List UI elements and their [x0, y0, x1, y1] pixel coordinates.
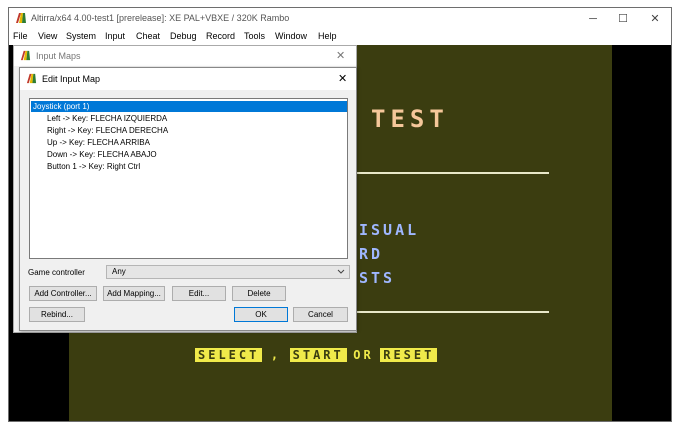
- prompt-select: SELECT: [195, 348, 263, 362]
- menu-cheat[interactable]: Cheat: [136, 31, 160, 41]
- input-maps-close-icon[interactable]: ✕: [336, 49, 345, 62]
- edit-input-map-title-bar[interactable]: Edit Input Map ✕: [20, 68, 356, 90]
- game-controller-label: Game controller: [28, 268, 85, 277]
- tree-item-button1[interactable]: Button 1 -> Key: Right Ctrl: [47, 161, 140, 172]
- menu-window[interactable]: Window: [275, 31, 307, 41]
- screen-line-sts: STS: [359, 269, 396, 287]
- edit-input-map-close-icon[interactable]: ✕: [338, 72, 347, 85]
- menu-tools[interactable]: Tools: [244, 31, 265, 41]
- screen-title-test: TEST: [371, 105, 449, 133]
- prompt-or: OR: [353, 348, 374, 362]
- cancel-button[interactable]: Cancel: [293, 307, 348, 322]
- menu-record[interactable]: Record: [206, 31, 235, 41]
- menu-file[interactable]: File: [13, 31, 28, 41]
- screen-line-visual: ISUAL: [359, 221, 420, 239]
- screen-line-rd: RD: [359, 245, 384, 263]
- chevron-down-icon: [337, 269, 345, 274]
- tree-item-left[interactable]: Left -> Key: FLECHA IZQUIERDA: [47, 113, 167, 124]
- game-controller-value: Any: [112, 267, 126, 276]
- close-button[interactable]: ✕: [637, 8, 673, 30]
- menu-input[interactable]: Input: [105, 31, 125, 41]
- screen-divider-top: [349, 172, 549, 174]
- menu-debug[interactable]: Debug: [170, 31, 197, 41]
- menu-system[interactable]: System: [66, 31, 96, 41]
- altirra-app-icon: [26, 73, 37, 84]
- rebind-button[interactable]: Rebind...: [29, 307, 85, 322]
- mapping-tree[interactable]: Joystick (port 1) Left -> Key: FLECHA IZ…: [29, 98, 348, 259]
- add-controller-button[interactable]: Add Controller...: [29, 286, 97, 301]
- delete-button[interactable]: Delete: [232, 286, 286, 301]
- tree-root-joystick[interactable]: Joystick (port 1): [31, 101, 347, 112]
- screen-prompt: SELECT , START OR RESET: [195, 348, 438, 362]
- screen-divider-bottom: [349, 311, 549, 313]
- input-maps-title: Input Maps: [36, 51, 81, 61]
- edit-input-map-title: Edit Input Map: [42, 74, 101, 84]
- prompt-start: START: [289, 348, 347, 362]
- maximize-button[interactable]: ☐: [605, 8, 641, 30]
- menu-view[interactable]: View: [38, 31, 57, 41]
- game-controller-select[interactable]: Any: [106, 265, 350, 279]
- edit-button[interactable]: Edit...: [172, 286, 226, 301]
- menu-bar: File View System Input Cheat Debug Recor…: [9, 30, 671, 44]
- prompt-reset: RESET: [380, 348, 438, 362]
- input-maps-title-bar[interactable]: Input Maps ✕: [14, 46, 356, 66]
- tree-item-down[interactable]: Down -> Key: FLECHA ABAJO: [47, 149, 157, 160]
- add-mapping-button[interactable]: Add Mapping...: [103, 286, 165, 301]
- edit-input-map-dialog: Edit Input Map ✕ Joystick (port 1) Left …: [19, 67, 357, 331]
- ok-button[interactable]: OK: [234, 307, 288, 322]
- title-bar[interactable]: Altirra/x64 4.00-test1 [prerelease]: XE …: [9, 8, 671, 30]
- window-title: Altirra/x64 4.00-test1 [prerelease]: XE …: [31, 13, 290, 23]
- tree-item-right[interactable]: Right -> Key: FLECHA DERECHA: [47, 125, 168, 136]
- tree-item-up[interactable]: Up -> Key: FLECHA ARRIBA: [47, 137, 150, 148]
- prompt-comma: ,: [270, 348, 282, 362]
- menu-help[interactable]: Help: [318, 31, 337, 41]
- altirra-app-icon: [20, 50, 31, 61]
- altirra-app-icon: [16, 13, 26, 23]
